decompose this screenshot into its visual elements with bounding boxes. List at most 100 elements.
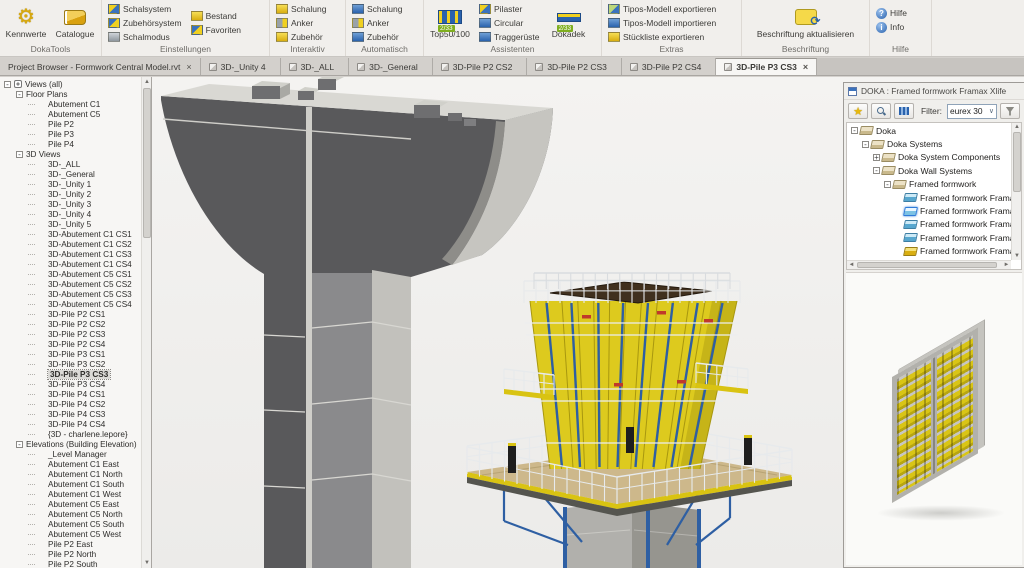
tree-item[interactable]: Abutement C1 East [0, 459, 141, 469]
doka-tree-item[interactable]: Doka [847, 124, 1011, 137]
tree-item[interactable]: 3D-Abutement C1 CS1 [0, 229, 141, 239]
tipos-import-button[interactable]: Tipos-Modell importieren [605, 16, 719, 30]
project-browser-tab[interactable]: Project Browser - Formwork Central Model… [0, 58, 201, 75]
scroll-up-icon[interactable]: ▲ [1013, 123, 1021, 131]
tree-item[interactable]: 3D-Pile P4 CS4 [0, 419, 141, 429]
view-tab[interactable]: 3D-Pile P2 CS2 [433, 58, 528, 75]
hilfe-button[interactable]: ?Hilfe [873, 6, 910, 20]
doka-tree-item[interactable]: Framed formwork Framax Xlife plus [847, 191, 1011, 204]
tree-item[interactable]: 3D-Pile P3 CS3 [0, 369, 141, 379]
tree-item[interactable]: Abutement C5 [0, 109, 141, 119]
automatisch-schalung-button[interactable]: Schalung [349, 2, 405, 16]
tree-item[interactable]: 3D-_Unity 2 [0, 189, 141, 199]
tree-item[interactable]: 3D-Pile P4 CS3 [0, 409, 141, 419]
tree-item[interactable]: 3D-Pile P2 CS1 [0, 309, 141, 319]
scroll-left-icon[interactable]: ◄ [847, 261, 856, 269]
tree-item[interactable]: 3D-Pile P2 CS4 [0, 339, 141, 349]
tree-item[interactable]: Pile P2 South [0, 559, 141, 568]
tree-item[interactable]: _Level Manager [0, 449, 141, 459]
expand-toggle-icon[interactable] [873, 167, 880, 174]
tree-item[interactable]: 3D-Pile P3 CS4 [0, 379, 141, 389]
view-tab[interactable]: 3D-Pile P2 CS4 [622, 58, 717, 75]
tree-item[interactable]: Views (all) [0, 79, 141, 89]
doka-tree-item[interactable]: Doka System Components [847, 151, 1011, 164]
scroll-up-icon[interactable]: ▲ [143, 78, 151, 86]
view-tab[interactable]: 3D-Pile P2 CS3 [527, 58, 622, 75]
circular-button[interactable]: Circular [476, 16, 543, 30]
expand-toggle-icon[interactable] [873, 154, 880, 161]
tree-item[interactable]: Abutement C5 West [0, 529, 141, 539]
expand-toggle-icon[interactable] [16, 91, 23, 98]
tree-item[interactable]: Abutement C5 South [0, 519, 141, 529]
favoriten-button[interactable]: Favoriten [188, 23, 244, 37]
doka-tree-item[interactable]: Framed formwork Framax Xlife [847, 204, 1011, 217]
zubehoersystem-button[interactable]: Zubehörsystem [105, 16, 185, 30]
stueckliste-export-button[interactable]: Stückliste exportieren [605, 30, 719, 44]
expand-toggle-icon[interactable] [16, 151, 23, 158]
tree-item[interactable]: 3D-_Unity 5 [0, 219, 141, 229]
filter-button[interactable] [1000, 103, 1020, 119]
view-tab[interactable]: 3D-_ALL [281, 58, 350, 75]
doka-tree-item[interactable]: Framed formwork Framax S Xlife [847, 245, 1011, 258]
close-icon[interactable]: × [184, 62, 191, 72]
panel-view-button[interactable] [894, 103, 914, 119]
tree-item[interactable]: 3D-_Unity 1 [0, 179, 141, 189]
scroll-right-icon[interactable]: ► [1002, 261, 1011, 269]
tree-item[interactable]: 3D-_General [0, 169, 141, 179]
favorites-button[interactable]: ★ [848, 103, 868, 119]
tree-item[interactable]: 3D-Abutement C1 CS3 [0, 249, 141, 259]
doka-panel-titlebar[interactable]: DOKA : Framed formwork Framax Xlife [844, 83, 1024, 100]
interaktiv-zubehoer-button[interactable]: Zubehör [273, 30, 329, 44]
expand-toggle-icon[interactable] [862, 141, 869, 148]
tree-item[interactable]: 3D-Abutement C5 CS1 [0, 269, 141, 279]
expand-toggle-icon[interactable] [16, 441, 23, 448]
tree-item[interactable]: 3D-_ALL [0, 159, 141, 169]
tree-item[interactable]: 3D-Pile P3 CS2 [0, 359, 141, 369]
doka-tree-hscrollbar[interactable]: ◄ ► [847, 260, 1011, 269]
doka-tree-vscrollbar[interactable]: ▲ ▼ [1011, 123, 1021, 260]
tree-item[interactable]: 3D-Pile P4 CS2 [0, 399, 141, 409]
tree-item[interactable]: 3D-Pile P3 CS1 [0, 349, 141, 359]
info-button[interactable]: iInfo [873, 20, 910, 34]
scroll-down-icon[interactable]: ▼ [143, 559, 151, 567]
doka-tree-item[interactable]: Framed formwork Framax eco [847, 231, 1011, 244]
view-tab[interactable]: 3D-Pile P3 CS3 × [716, 58, 817, 75]
doka-tree-item[interactable]: Framed formwork [847, 178, 1011, 191]
tree-item[interactable]: 3D-Abutement C5 CS3 [0, 289, 141, 299]
filter-select[interactable]: eurex 30 ∨ [947, 104, 997, 119]
3d-viewport[interactable] [152, 77, 843, 568]
interaktiv-schalung-button[interactable]: Schalung [273, 2, 329, 16]
scroll-down-icon[interactable]: ▼ [1013, 252, 1021, 260]
tree-item[interactable]: 3D-_Unity 3 [0, 199, 141, 209]
tree-item[interactable]: Abutement C1 [0, 99, 141, 109]
tree-item[interactable]: Elevations (Building Elevation) [0, 439, 141, 449]
top50-button[interactable]: 2/33 Top50/100 [427, 2, 473, 40]
tree-item[interactable]: Abutement C1 South [0, 479, 141, 489]
tree-item[interactable]: 3D-Pile P2 CS2 [0, 319, 141, 329]
tree-item[interactable]: 3D-Abutement C1 CS2 [0, 239, 141, 249]
expand-toggle-icon[interactable] [884, 181, 891, 188]
doka-tree-item[interactable]: Doka Systems [847, 137, 1011, 150]
beschriftung-aktualisieren-button[interactable]: Beschriftung aktualisieren [747, 2, 865, 40]
search-button[interactable] [871, 103, 891, 119]
bestand-button[interactable]: Bestand [188, 9, 244, 23]
pilaster-button[interactable]: Pilaster [476, 2, 543, 16]
tree-item[interactable]: 3D-_Unity 4 [0, 209, 141, 219]
traggerueste-button[interactable]: Traggerüste [476, 30, 543, 44]
interaktiv-anker-button[interactable]: Anker [273, 16, 329, 30]
project-browser-scrollbar[interactable]: ▲ ▼ [141, 77, 151, 568]
doka-tree-item[interactable]: Doka Wall Systems [847, 164, 1011, 177]
automatisch-zubehoer-button[interactable]: Zubehör [349, 30, 405, 44]
schalmodus-button[interactable]: Schalmodus [105, 30, 185, 44]
tree-item[interactable]: Abutement C1 North [0, 469, 141, 479]
automatisch-anker-button[interactable]: Anker [349, 16, 405, 30]
tree-item[interactable]: 3D-Abutement C1 CS4 [0, 259, 141, 269]
expand-toggle-icon[interactable] [851, 127, 858, 134]
catalogue-button[interactable]: Catalogue [52, 2, 98, 40]
tree-item[interactable]: Pile P4 [0, 139, 141, 149]
tree-item[interactable]: {3D - charlene.lepore} [0, 429, 141, 439]
tree-item[interactable]: Abutement C5 East [0, 499, 141, 509]
tree-item[interactable]: 3D-Abutement C5 CS4 [0, 299, 141, 309]
tree-item[interactable]: Pile P2 North [0, 549, 141, 559]
tree-item[interactable]: 3D-Abutement C5 CS2 [0, 279, 141, 289]
